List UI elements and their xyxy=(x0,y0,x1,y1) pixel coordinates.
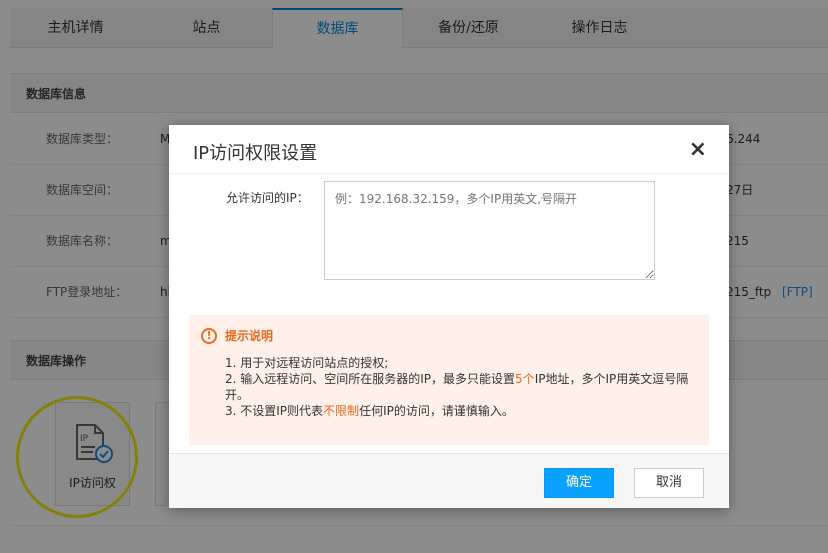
tip-1: 1. 用于对远程访问站点的授权; xyxy=(225,356,389,370)
allowed-ip-textarea[interactable] xyxy=(324,181,655,280)
tips-list: 1. 用于对远程访问站点的授权; 2. 输入远程访问、空间所在服务器的IP，最多… xyxy=(225,355,695,419)
tip-2: 2. 输入远程访问、空间所在服务器的IP，最多只能设置5个IP地址，多个IP用英… xyxy=(225,372,689,402)
tips-header: ! 提示说明 xyxy=(201,327,273,344)
modal-title: IP访问权限设置 xyxy=(193,143,318,164)
allowed-ip-label: 允许访问的IP： xyxy=(226,191,309,205)
tips-box: ! 提示说明 1. 用于对远程访问站点的授权; 2. 输入远程访问、空间所在服务… xyxy=(189,315,709,445)
modal-footer: 确定 取消 xyxy=(169,453,729,508)
ip-access-modal: IP访问权限设置 × 允许访问的IP： ! 提示说明 1. 用于对远程访问站点的… xyxy=(169,125,729,508)
modal-divider xyxy=(169,173,729,174)
tips-title: 提示说明 xyxy=(225,329,274,343)
confirm-button[interactable]: 确定 xyxy=(544,468,614,498)
cancel-button[interactable]: 取消 xyxy=(634,468,704,498)
warning-icon: ! xyxy=(201,327,217,344)
tip-3: 3. 不设置IP则代表不限制任何IP的访问，请谨慎输入。 xyxy=(225,404,514,418)
close-icon[interactable]: × xyxy=(689,137,707,162)
